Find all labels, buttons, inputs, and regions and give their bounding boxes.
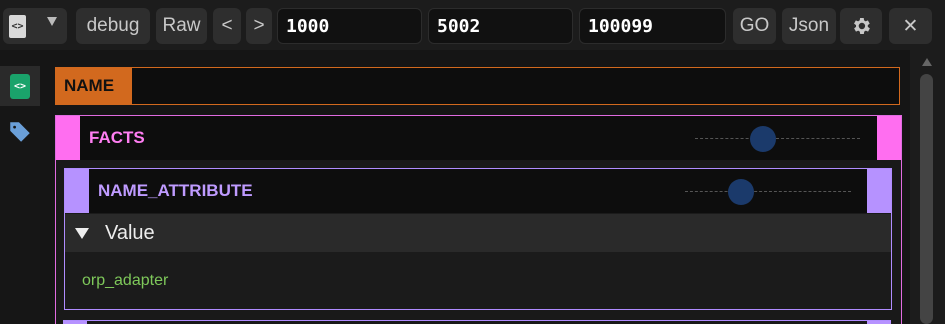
settings-button[interactable] (840, 8, 882, 44)
value-toggle[interactable]: Value (65, 214, 891, 252)
count-input[interactable]: 5002 (428, 8, 573, 44)
sidebar-item-document[interactable]: <> (0, 66, 40, 106)
value-label: Value (105, 221, 155, 244)
vertical-scrollbar[interactable] (910, 50, 945, 324)
slider-track (685, 191, 851, 192)
facts-node: FACTS NAME_ATTRIBUTE Value orp_adapter (55, 115, 902, 324)
next-button[interactable]: > (246, 8, 272, 44)
sidebar: <> (0, 50, 40, 324)
gear-icon (854, 18, 870, 34)
name-attribute-label: NAME_ATTRIBUTE (98, 181, 253, 200)
toolbar: <> debug Raw < > 1000 5002 100099 GO Jso… (0, 0, 945, 50)
facts-header[interactable]: FACTS (56, 116, 901, 160)
file-type-dropdown[interactable]: <> (3, 8, 67, 44)
scroll-thumb[interactable] (920, 74, 933, 324)
attribute-stripe-right (867, 169, 891, 213)
next-attribute-node (63, 320, 891, 324)
scroll-up-icon[interactable] (922, 58, 932, 66)
name-tag: NAME (56, 68, 132, 104)
prev-button[interactable]: < (213, 8, 241, 44)
facts-label: FACTS (89, 128, 145, 147)
start-input[interactable]: 1000 (277, 8, 422, 44)
tree-view: NAME FACTS NAME_ATTRIBUTE Value orp_adap… (40, 50, 910, 324)
collapse-triangle-icon (75, 227, 89, 239)
file-code-icon: <> (9, 14, 26, 38)
facts-stripe-left (56, 116, 80, 160)
slider-track (695, 138, 860, 139)
facts-stripe-right (877, 116, 901, 160)
name-attribute-node: NAME_ATTRIBUTE Value orp_adapter (64, 168, 892, 310)
name-node[interactable]: NAME (55, 67, 900, 105)
slider-knob[interactable] (750, 126, 776, 152)
facts-slider[interactable] (695, 126, 860, 152)
end-input[interactable]: 100099 (579, 8, 726, 44)
sidebar-item-tags[interactable] (0, 112, 40, 152)
attribute-stripe-left (65, 169, 89, 213)
debug-button[interactable]: debug (76, 8, 150, 44)
chevron-down-icon (47, 17, 57, 26)
json-button[interactable]: Json (782, 8, 836, 44)
attribute-slider[interactable] (685, 179, 851, 205)
close-button[interactable]: ✕ (889, 8, 932, 44)
value-text: orp_adapter (82, 272, 169, 289)
raw-button[interactable]: Raw (156, 8, 207, 44)
tag-icon (10, 122, 30, 142)
file-code-icon: <> (10, 73, 30, 99)
name-attribute-header[interactable]: NAME_ATTRIBUTE (65, 169, 891, 213)
go-button[interactable]: GO (733, 8, 776, 44)
slider-knob[interactable] (728, 179, 754, 205)
